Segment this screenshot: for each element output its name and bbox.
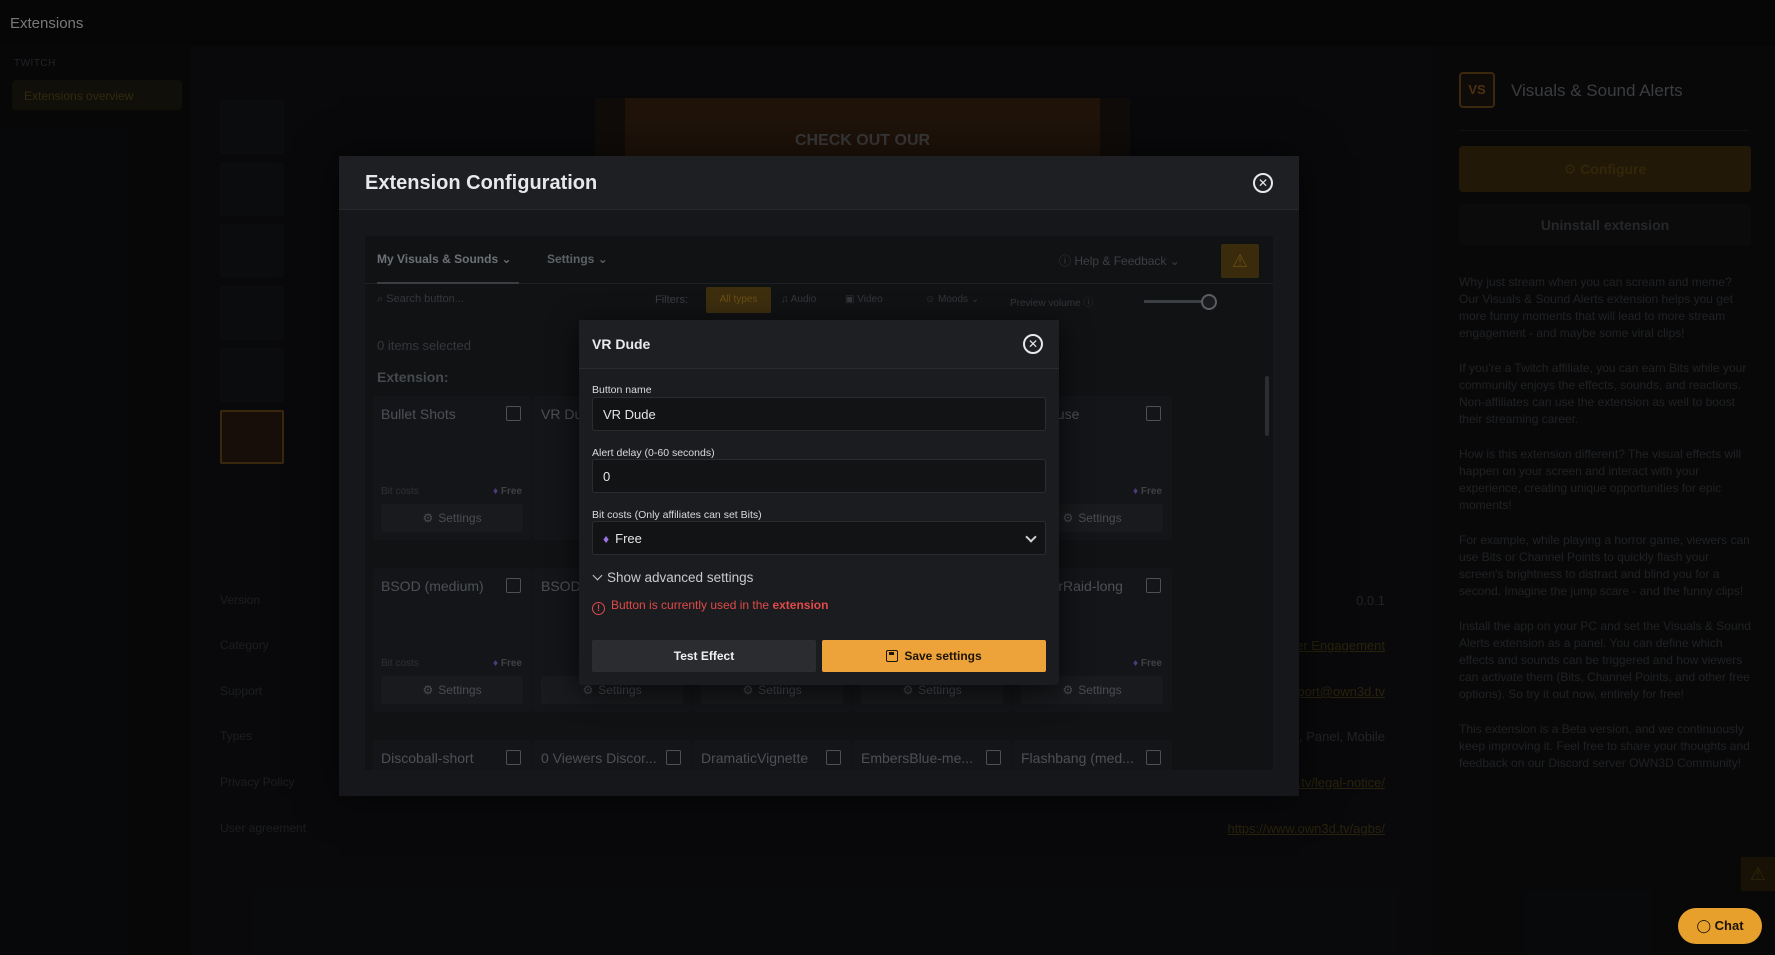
select-checkbox[interactable] — [506, 750, 521, 765]
select-checkbox[interactable] — [506, 406, 521, 421]
effect-card: EmbersBlue-me... — [853, 740, 1012, 770]
save-icon — [886, 650, 899, 662]
bit-costs-label: Bit costs (Only affiliates can set Bits) — [592, 509, 762, 521]
show-advanced-settings-toggle[interactable]: Show advanced settings — [592, 570, 753, 585]
select-checkbox[interactable] — [666, 750, 681, 765]
help-feedback-menu[interactable]: ⓘ Help & Feedback ⌄ — [1059, 252, 1180, 269]
alert-delay-input[interactable]: 0 — [592, 459, 1046, 493]
smiley-icon: ☺ — [925, 294, 936, 305]
help-icon: ⓘ — [1083, 298, 1094, 309]
tab-settings[interactable]: Settings ⌄ — [547, 252, 608, 266]
effect-card: DramaticVignette — [693, 740, 852, 770]
bits-gem-icon: ♦ — [603, 532, 610, 546]
gear-icon: ⚙ — [582, 683, 594, 697]
effect-card: Discoball-short — [373, 740, 532, 770]
scrollbar[interactable] — [1265, 376, 1269, 436]
search-input[interactable]: ⌕ Search button... — [377, 293, 464, 306]
chevron-down-icon: ⌄ — [970, 294, 980, 305]
select-checkbox[interactable] — [506, 578, 521, 593]
test-effect-button[interactable]: Test Effect — [592, 640, 816, 672]
video-icon: ▣ — [845, 294, 855, 305]
alert-delay-label: Alert delay (0-60 seconds) — [592, 447, 715, 459]
chat-button[interactable]: ◯ Chat — [1678, 908, 1762, 944]
chevron-down-icon — [1025, 531, 1037, 543]
save-settings-button[interactable]: Save settings — [822, 640, 1046, 672]
select-checkbox[interactable] — [986, 750, 1001, 765]
chevron-down-icon: ⌄ — [597, 252, 608, 266]
warning-button[interactable]: ⚠ — [1221, 244, 1259, 278]
dialog-title: VR Dude — [592, 336, 651, 352]
button-name-label: Button name — [592, 384, 652, 396]
button-name-input[interactable]: VR Dude — [592, 397, 1046, 431]
filter-all-types[interactable]: All types — [706, 287, 771, 313]
alert-circle-icon: ! — [592, 602, 605, 615]
filter-audio[interactable]: ♫ Audio — [781, 294, 816, 305]
gear-icon: ⚙ — [422, 683, 434, 697]
tab-my-visuals-sounds[interactable]: My Visuals & Sounds ⌄ — [377, 252, 512, 266]
bit-costs-select[interactable]: ♦ Free — [592, 521, 1046, 555]
bits-gem-icon: ♦ — [492, 658, 499, 669]
audio-icon: ♫ — [781, 294, 789, 305]
slider-handle[interactable] — [1201, 294, 1217, 310]
chevron-down-icon — [592, 570, 603, 581]
filter-video[interactable]: ▣ Video — [845, 294, 883, 305]
select-checkbox[interactable] — [1146, 406, 1161, 421]
card-settings-button[interactable]: ⚙ Settings — [381, 676, 523, 704]
select-checkbox[interactable] — [826, 750, 841, 765]
gear-icon: ⚙ — [902, 683, 914, 697]
chevron-down-icon: ⌄ — [501, 252, 512, 266]
filter-moods[interactable]: ☺ Moods ⌄ — [925, 294, 979, 305]
select-checkbox[interactable] — [1146, 750, 1161, 765]
search-icon: ⌕ — [377, 293, 384, 305]
modal-header: Extension Configuration ✕ — [339, 156, 1299, 210]
select-checkbox[interactable] — [1146, 578, 1161, 593]
close-icon[interactable]: ✕ — [1023, 334, 1043, 354]
filter-row: ⌕ Search button... Filters: All types ♫ … — [365, 284, 1273, 318]
help-icon: ⓘ — [1059, 254, 1072, 268]
effect-card: BSOD (medium) Bit costs ♦ Free ⚙ Settings — [373, 568, 532, 712]
card-settings-button[interactable]: ⚙ Settings — [381, 504, 523, 532]
tab-bar: My Visuals & Sounds ⌄ Settings ⌄ ⓘ Help … — [365, 236, 1273, 284]
chat-bubble-icon: ◯ — [1696, 918, 1712, 933]
dialog-header: VR Dude ✕ — [579, 320, 1059, 369]
gear-icon: ⚙ — [1062, 511, 1074, 525]
bits-gem-icon: ♦ — [492, 486, 499, 497]
modal-title: Extension Configuration — [365, 172, 598, 194]
preview-volume-label: Preview volume ⓘ — [1010, 298, 1094, 309]
gear-icon: ⚙ — [422, 511, 434, 525]
close-icon[interactable]: ✕ — [1253, 173, 1273, 193]
button-settings-dialog: VR Dude ✕ Button name VR Dude Alert dela… — [579, 320, 1059, 685]
effect-card: 0 Viewers Discor... — [533, 740, 692, 770]
effect-card: Bullet Shots Bit costs ♦ Free ⚙ Settings — [373, 396, 532, 540]
effect-card: Flashbang (med... — [1013, 740, 1172, 770]
filters-label: Filters: — [655, 294, 688, 306]
gear-icon: ⚙ — [742, 683, 754, 697]
bits-gem-icon: ♦ — [1132, 486, 1139, 497]
items-selected-count: 0 items selected — [377, 338, 471, 353]
preview-volume-slider[interactable] — [1144, 300, 1204, 303]
chevron-down-icon: ⌄ — [1169, 254, 1180, 268]
gear-icon: ⚙ — [1062, 683, 1074, 697]
error-message: ! Button is currently used in the extensi… — [592, 598, 828, 615]
bits-gem-icon: ♦ — [1132, 658, 1139, 669]
section-heading: Extension: — [377, 369, 449, 385]
